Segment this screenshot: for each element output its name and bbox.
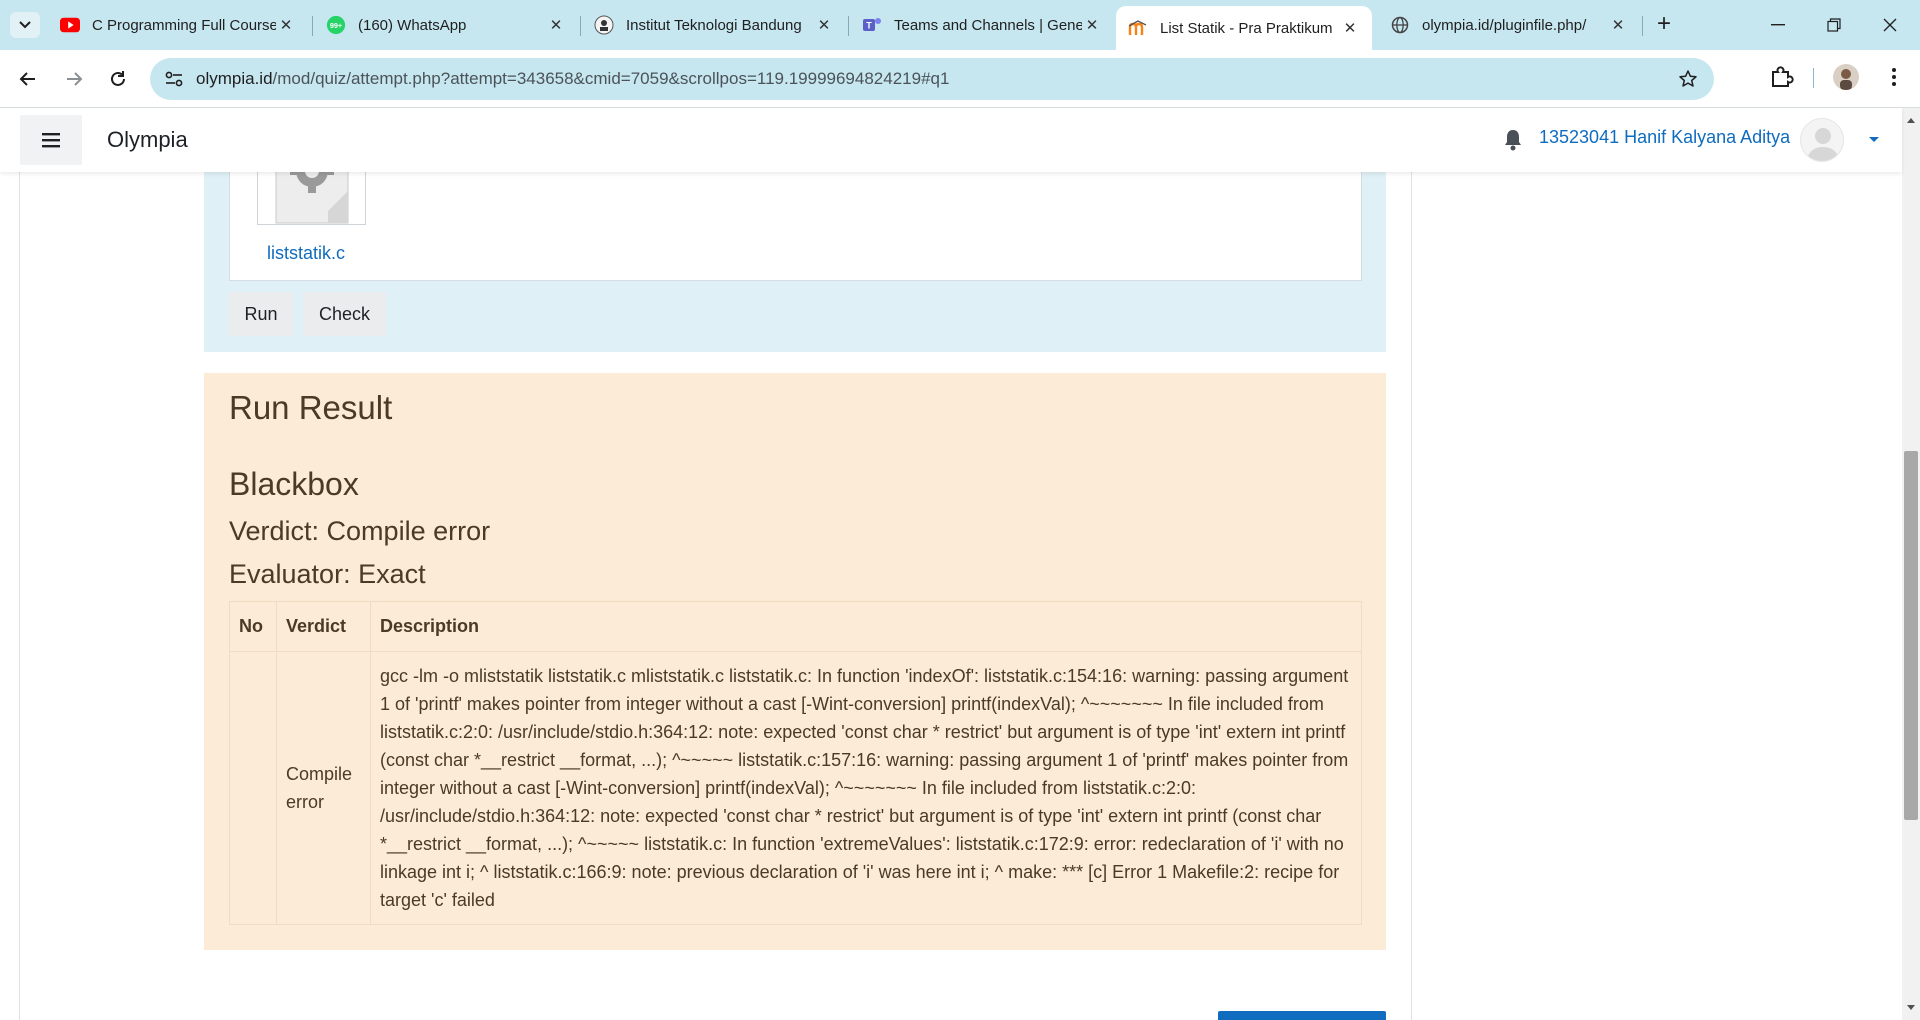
table-header-row: No Verdict Description	[229, 601, 1362, 652]
close-icon[interactable]: ✕	[1082, 16, 1102, 34]
close-window-button[interactable]	[1870, 10, 1910, 40]
next-page-button[interactable]	[1218, 1011, 1386, 1020]
cell-description: gcc -lm -o mliststatik liststatik.c mlis…	[370, 651, 1362, 925]
tab-separator	[1642, 16, 1643, 36]
tab-separator	[580, 16, 581, 36]
tab-title: Teams and Channels | General	[894, 16, 1082, 34]
bookmark-star-icon[interactable]	[1676, 67, 1700, 91]
whatsapp-badge: 99+	[330, 21, 342, 30]
hamburger-icon	[42, 133, 60, 148]
globe-icon	[1390, 15, 1410, 35]
new-tab-button[interactable]: +	[1650, 12, 1678, 38]
arrow-right-icon	[67, 72, 83, 86]
person-icon	[1840, 69, 1852, 90]
minimize-icon	[1771, 24, 1785, 26]
tab-whatsapp[interactable]: 99+ (160) WhatsApp ✕	[314, 8, 578, 42]
user-silhouette-icon	[1807, 128, 1839, 161]
tab-strip: C Programming Full Course ✕ 99+ (160) Wh…	[0, 0, 1920, 50]
profile-avatar[interactable]	[1833, 64, 1859, 90]
teams-icon: T	[862, 15, 882, 35]
moodle-icon	[1128, 18, 1148, 38]
close-icon[interactable]: ✕	[546, 16, 566, 34]
more-vertical-icon	[1892, 68, 1896, 86]
tab-youtube[interactable]: C Programming Full Course ✕	[48, 8, 308, 42]
blackbox-heading: Blackbox	[229, 466, 359, 502]
tab-title: List Statik - Pra Praktikum	[1160, 19, 1333, 37]
site-info-icon[interactable]	[162, 67, 186, 91]
table-row: Compile error gcc -lm -o mliststatik lis…	[229, 651, 1362, 925]
back-button[interactable]	[14, 65, 42, 93]
forward-button[interactable]	[60, 65, 88, 93]
tab-pluginfile[interactable]: olympia.id/pluginfile.php/ ✕	[1378, 8, 1640, 42]
url-host: olympia.id	[196, 69, 273, 88]
whatsapp-icon: 99+	[326, 15, 346, 35]
scroll-up-arrow-icon[interactable]	[1906, 116, 1916, 124]
reload-icon	[111, 71, 125, 86]
reload-button[interactable]	[104, 65, 132, 93]
tab-title: Institut Teknologi Bandung	[626, 16, 802, 34]
tab-title: olympia.id/pluginfile.php/	[1422, 16, 1587, 34]
tab-title: (160) WhatsApp	[358, 16, 467, 34]
url-path: /mod/quiz/attempt.php?attempt=343658&cmi…	[272, 69, 950, 88]
verdict-heading: Verdict: Compile error	[229, 516, 491, 546]
evaluator-heading: Evaluator: Exact	[229, 559, 426, 589]
close-icon[interactable]: ✕	[276, 16, 296, 34]
svg-text:T: T	[866, 21, 872, 31]
results-table: No Verdict Description Compile error gcc…	[229, 601, 1362, 925]
tab-separator	[848, 16, 849, 36]
tab-search-button[interactable]	[10, 12, 40, 38]
user-name[interactable]: 13523041 Hanif Kalyana Aditya	[1539, 127, 1790, 148]
itb-icon	[594, 15, 614, 35]
minimize-button[interactable]	[1758, 10, 1798, 40]
check-button[interactable]: Check	[303, 292, 386, 336]
attachment-file-link[interactable]: liststatik.c	[267, 243, 345, 264]
close-icon[interactable]: ✕	[1608, 16, 1628, 34]
restore-button[interactable]	[1814, 10, 1854, 40]
close-icon[interactable]: ✕	[814, 16, 834, 34]
run-button[interactable]: Run	[229, 292, 293, 336]
tab-list-statik[interactable]: List Statik - Pra Praktikum ✕	[1116, 6, 1372, 50]
toolbar-separator	[1813, 68, 1814, 88]
url-text[interactable]: olympia.id/mod/quiz/attempt.php?attempt=…	[196, 69, 949, 89]
chevron-down-icon	[19, 21, 31, 29]
cell-verdict: Compile error	[276, 651, 371, 925]
column-header-description: Description	[370, 601, 1362, 652]
run-result-heading: Run Result	[229, 389, 393, 426]
puzzle-icon	[1772, 66, 1794, 87]
scrollbar-thumb[interactable]	[1904, 451, 1918, 820]
browser-menu-button[interactable]	[1884, 64, 1904, 90]
site-navbar: Olympia 13523041 Hanif Kalyana Aditya	[0, 108, 1902, 172]
drawer-toggle-button[interactable]	[20, 115, 82, 165]
tab-teams[interactable]: T Teams and Channels | General ✕	[850, 8, 1114, 42]
caret-down-icon[interactable]	[1867, 132, 1881, 146]
column-header-verdict: Verdict	[276, 601, 371, 652]
browser-toolbar: olympia.id/mod/quiz/attempt.php?attempt=…	[0, 50, 1920, 108]
cell-no	[229, 651, 277, 925]
tab-title: C Programming Full Course	[92, 16, 276, 34]
restore-icon	[1827, 18, 1841, 32]
close-icon[interactable]: ✕	[1340, 19, 1360, 37]
arrow-left-icon	[19, 72, 35, 86]
column-header-no: No	[229, 601, 277, 652]
close-icon	[1883, 18, 1897, 32]
extensions-button[interactable]	[1768, 64, 1794, 90]
site-brand[interactable]: Olympia	[107, 127, 188, 153]
scroll-down-arrow-icon[interactable]	[1906, 1004, 1916, 1012]
youtube-icon	[60, 15, 80, 35]
plus-icon: +	[1656, 10, 1671, 37]
tab-itb[interactable]: Institut Teknologi Bandung ✕	[582, 8, 846, 42]
tab-separator	[312, 16, 313, 36]
bell-icon[interactable]	[1503, 128, 1525, 152]
address-bar[interactable]: olympia.id/mod/quiz/attempt.php?attempt=…	[150, 58, 1714, 100]
user-avatar[interactable]	[1800, 118, 1844, 162]
